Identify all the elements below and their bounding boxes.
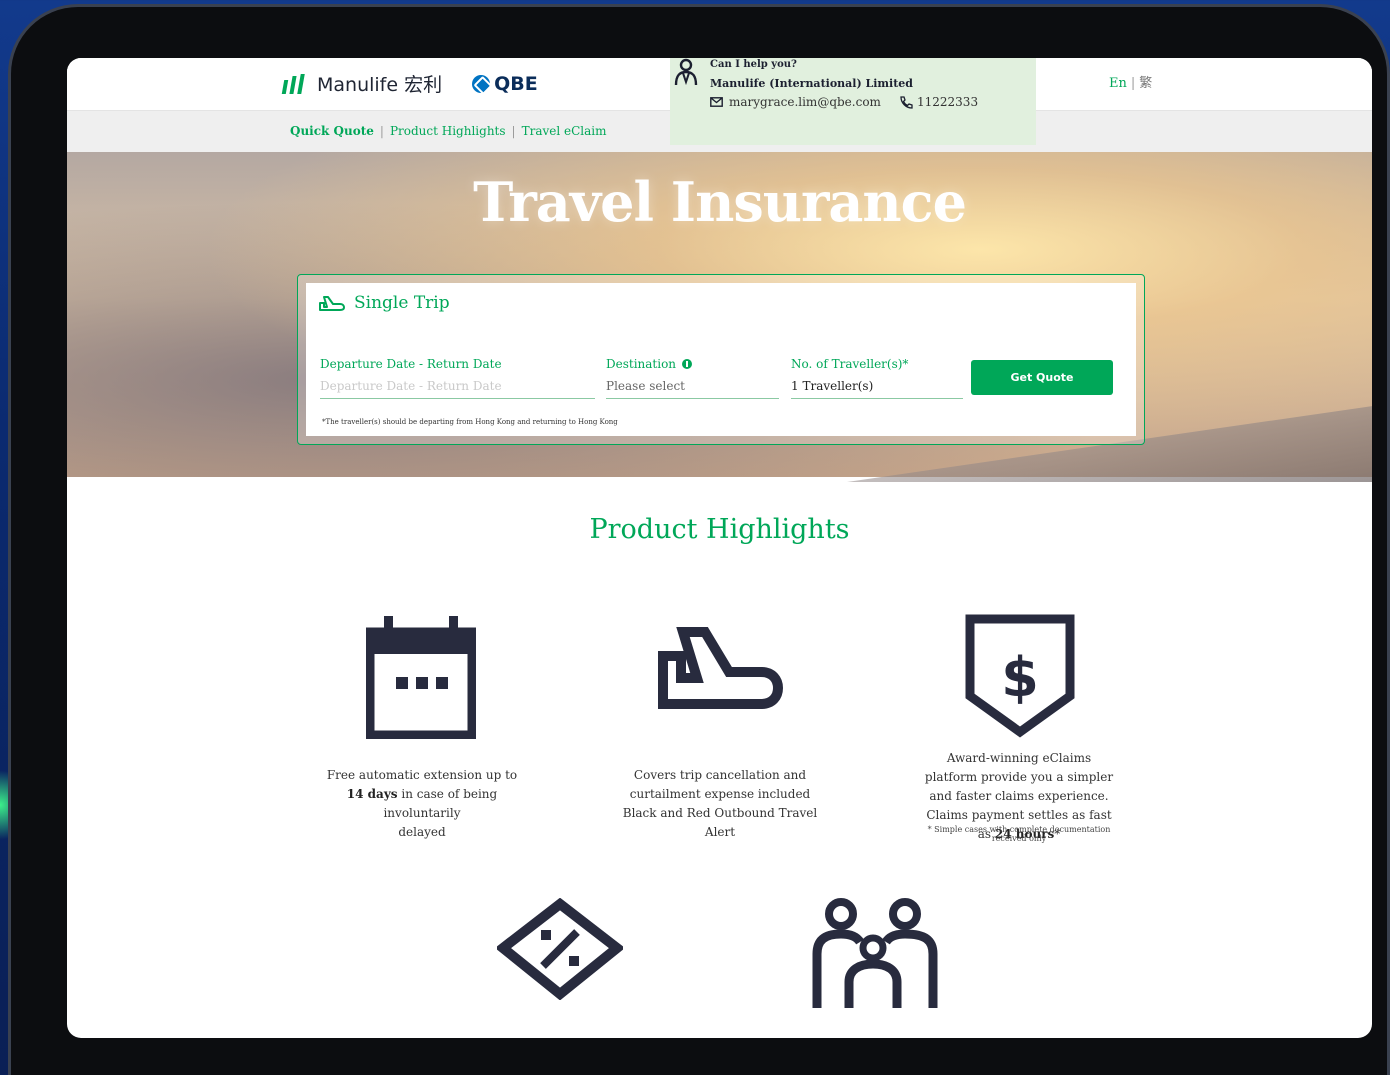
highlight-extension-line1: Free automatic extension up to xyxy=(326,768,518,782)
destination-select[interactable]: Please select xyxy=(606,379,779,399)
dollar-shield-icon: $ xyxy=(965,614,1075,738)
qbe-logo-icon xyxy=(472,74,491,93)
plane-icon xyxy=(319,296,345,311)
help-email-text: marygrace.lim@qbe.com xyxy=(729,95,881,109)
help-company: Manulife (International) Limited xyxy=(710,77,914,90)
travellers-label: No. of Traveller(s)* xyxy=(791,357,909,371)
highlight-extension-bold: 14 days xyxy=(346,787,398,801)
highlight-extension-line2: in case of being involuntarily xyxy=(383,787,498,820)
help-email[interactable]: marygrace.lim@qbe.com xyxy=(710,95,881,109)
nav-travel-eclaim[interactable]: Travel eClaim xyxy=(522,124,607,138)
brand-logos[interactable]: Manulife 宏利 QBE xyxy=(281,70,538,97)
highlight-cancellation-text: Covers trip cancellation and curtailment… xyxy=(622,768,818,839)
travellers-select[interactable]: 1 Traveller(s) xyxy=(791,379,963,399)
departure-footnote: *The traveller(s) should be departing fr… xyxy=(322,418,618,426)
qbe-logo: QBE xyxy=(472,73,538,95)
nav-separator: | xyxy=(379,124,384,138)
quote-form-card: Single Trip Departure Date - Return Date… xyxy=(297,274,1145,445)
trip-type-header[interactable]: Single Trip xyxy=(318,293,450,313)
destination-field[interactable]: Destination Please select xyxy=(606,357,779,399)
language-switcher: En | 繁 xyxy=(1109,72,1152,91)
info-icon[interactable] xyxy=(682,359,693,369)
date-input[interactable]: Departure Date - Return Date xyxy=(320,379,595,399)
date-label: Departure Date - Return Date xyxy=(320,357,502,371)
discount-tag-icon xyxy=(497,898,623,1000)
calendar-icon xyxy=(366,616,476,739)
trip-type-label: Single Trip xyxy=(354,293,450,313)
lang-en[interactable]: En xyxy=(1109,76,1127,91)
plane-icon xyxy=(658,627,783,709)
nav-product-highlights[interactable]: Product Highlights xyxy=(390,124,506,138)
help-phone[interactable]: 11222333 xyxy=(899,95,978,109)
travellers-field[interactable]: No. of Traveller(s)* 1 Traveller(s) xyxy=(791,357,963,399)
phone-icon xyxy=(900,95,913,109)
help-panel: Can I help you? Manulife (International)… xyxy=(670,58,1036,145)
lang-zh[interactable]: 繁 xyxy=(1139,76,1152,91)
main-nav: Quick Quote | Product Highlights | Trave… xyxy=(290,124,607,138)
nav-separator: | xyxy=(511,124,516,138)
highlight-extension-text: Free automatic extension up to 14 days i… xyxy=(317,766,527,842)
quote-form: Single Trip Departure Date - Return Date… xyxy=(306,283,1136,436)
destination-label: Destination xyxy=(606,357,779,371)
highlight-eclaims-note: * Simple cases with complete documentati… xyxy=(927,825,1111,843)
help-phone-text: 11222333 xyxy=(917,95,979,109)
manulife-logo-icon xyxy=(281,73,305,94)
web-page: Quick Quote | Product Highlights | Trave… xyxy=(67,58,1372,1038)
svg-text:$: $ xyxy=(1001,646,1039,709)
hero-title: Travel Insurance xyxy=(473,170,967,234)
lang-separator: | xyxy=(1130,76,1136,91)
agent-icon xyxy=(674,58,698,86)
destination-label-text: Destination xyxy=(606,357,677,371)
manulife-logo-text: Manulife 宏利 xyxy=(317,74,443,96)
highlight-extension-line3: delayed xyxy=(398,825,446,839)
hero-banner: Travel Insurance Single Trip Departure D… xyxy=(67,152,1372,482)
highlights-title: Product Highlights xyxy=(589,514,850,545)
get-quote-button[interactable]: Get Quote xyxy=(971,360,1113,395)
tablet-frame: Quick Quote | Product Highlights | Trave… xyxy=(8,4,1390,1075)
site-header: Quick Quote | Product Highlights | Trave… xyxy=(67,58,1372,152)
nav-quick-quote[interactable]: Quick Quote xyxy=(290,124,374,138)
help-title: Can I help you? xyxy=(710,59,797,70)
qbe-logo-text: QBE xyxy=(494,72,538,95)
date-field[interactable]: Departure Date - Return Date Departure D… xyxy=(320,357,595,399)
mail-icon xyxy=(710,97,723,107)
family-icon xyxy=(812,898,938,1008)
